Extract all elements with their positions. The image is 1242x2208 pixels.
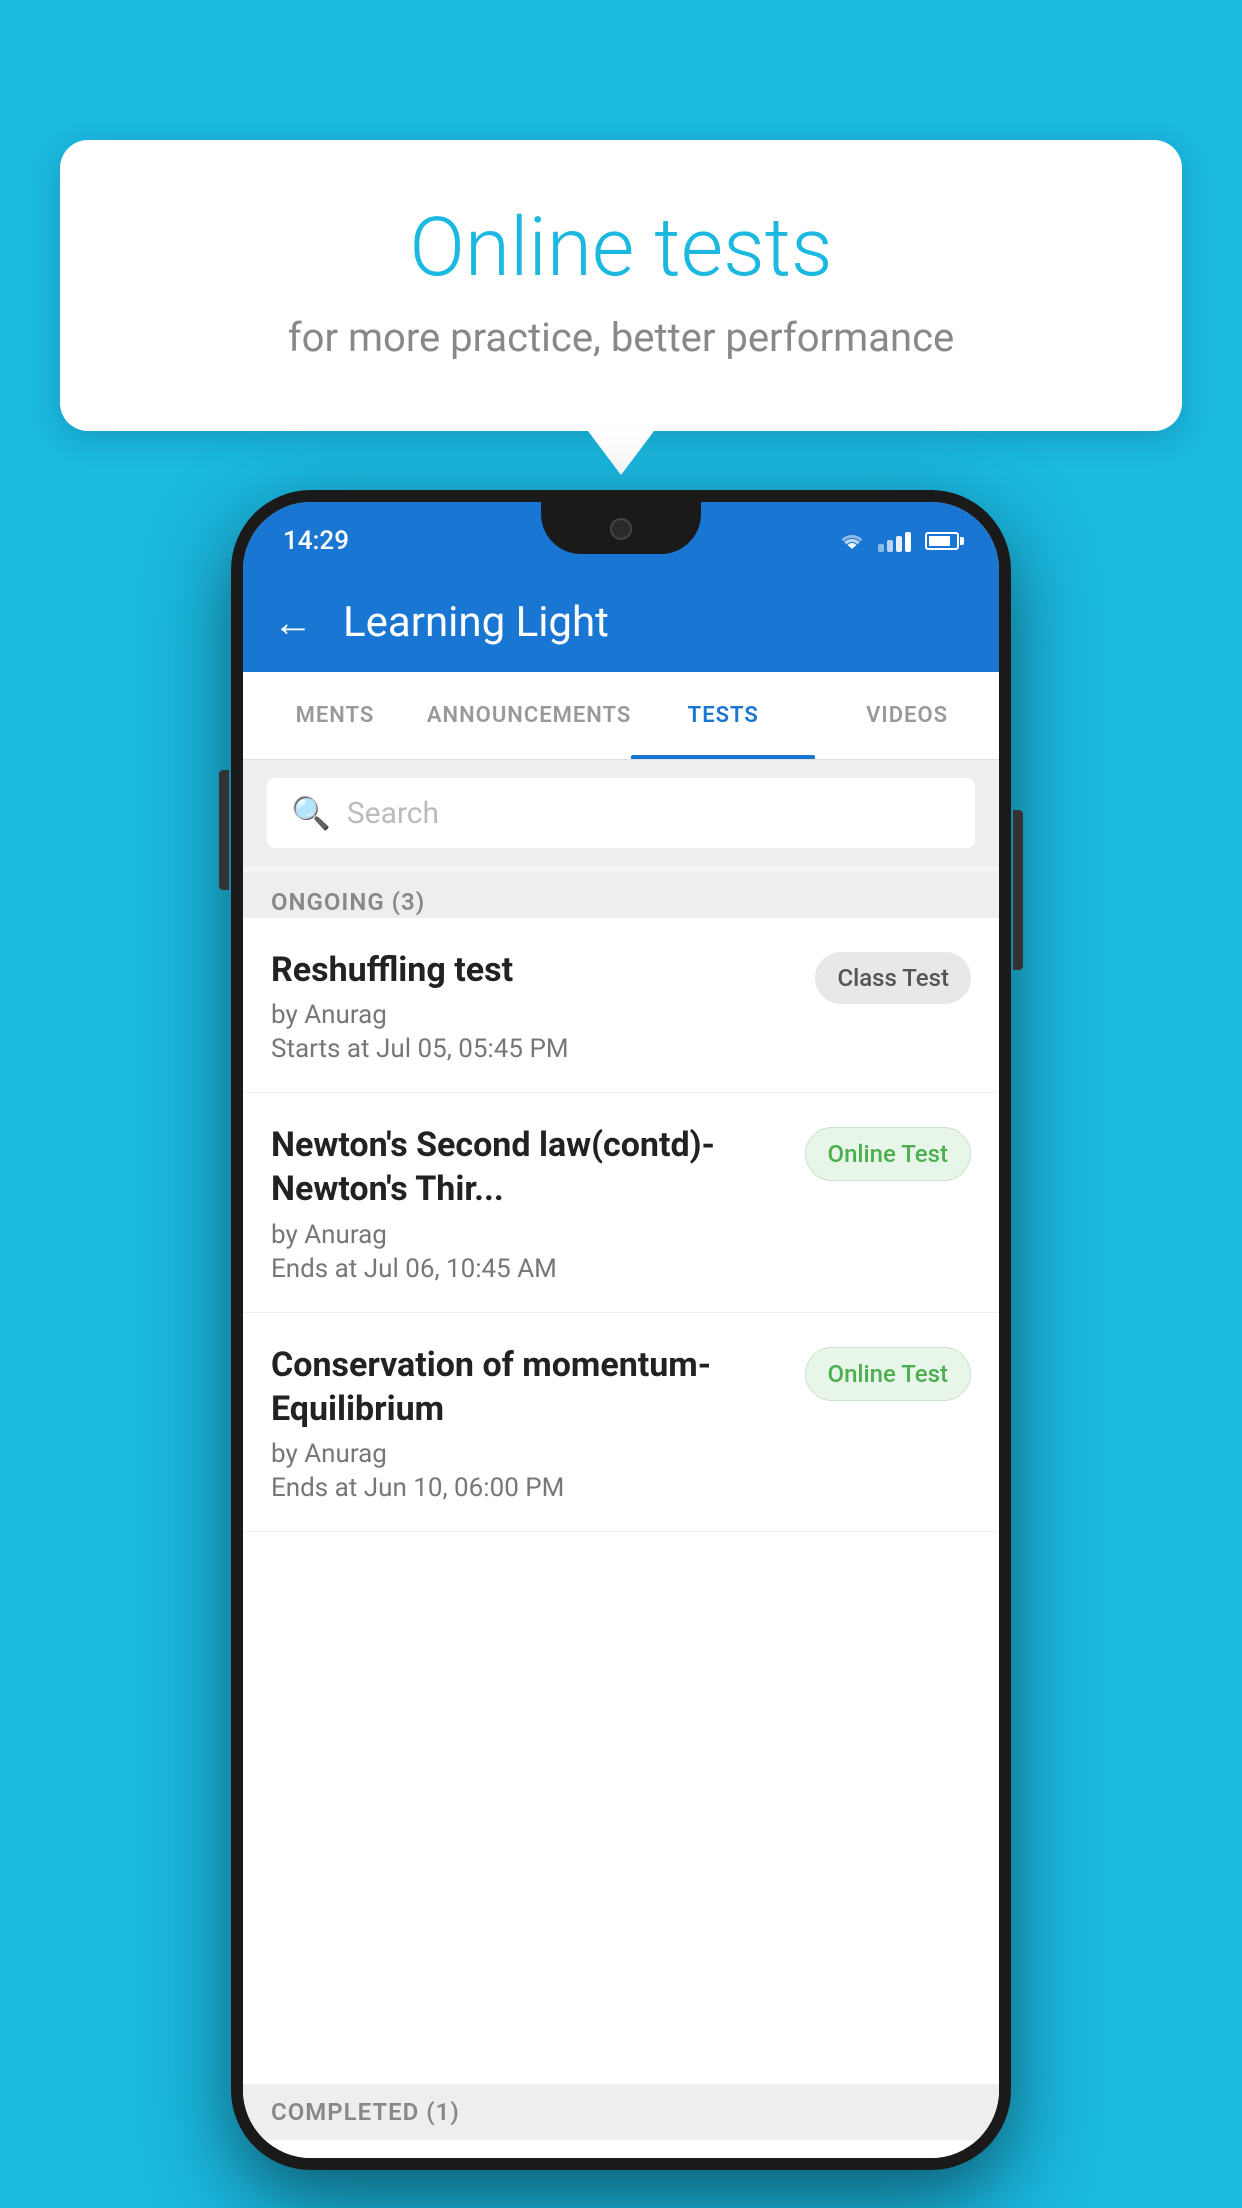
search-input[interactable]: Search [347,796,439,831]
tab-announcements[interactable]: ANNOUNCEMENTS [427,672,631,759]
test-badge-3: Online Test [805,1347,971,1401]
test-name-1: Reshuffling test [271,948,795,992]
tab-tests[interactable]: TESTS [631,672,815,759]
test-time-2: Ends at Jul 06, 10:45 AM [271,1254,785,1284]
test-time-1: Starts at Jul 05, 05:45 PM [271,1034,795,1064]
tab-ments[interactable]: MENTS [243,672,427,759]
phone-body: 14:29 [231,490,1011,2170]
test-info-2: Newton's Second law(contd)-Newton's Thir… [271,1123,805,1283]
test-item[interactable]: Conservation of momentum-Equilibrium by … [243,1313,999,1532]
speech-bubble: Online tests for more practice, better p… [60,140,1182,431]
completed-section-header: COMPLETED (1) [243,2084,999,2140]
signal-icon [878,530,911,552]
phone-screen: 14:29 [243,502,999,2158]
phone-device: 14:29 [231,490,1011,2170]
tests-list: Reshuffling test by Anurag Starts at Jul… [243,918,999,2158]
phone-notch [541,502,701,554]
bubble-title: Online tests [140,200,1102,296]
test-author-2: by Anurag [271,1220,785,1250]
app-bar: ← Learning Light [243,572,999,672]
search-container: 🔍 Search [243,760,999,866]
ongoing-section-title: ONGOING (3) [271,888,425,916]
test-badge-2: Online Test [805,1127,971,1181]
wifi-icon [836,529,868,553]
test-item[interactable]: Reshuffling test by Anurag Starts at Jul… [243,918,999,1093]
test-name-3: Conservation of momentum-Equilibrium [271,1343,785,1431]
camera-dot [610,518,632,540]
battery-icon [925,532,959,550]
test-time-3: Ends at Jun 10, 06:00 PM [271,1473,785,1503]
search-bar[interactable]: 🔍 Search [267,778,975,848]
test-badge-1: Class Test [815,952,971,1004]
bubble-subtitle: for more practice, better performance [140,314,1102,361]
back-button[interactable]: ← [273,599,313,646]
test-author-3: by Anurag [271,1439,785,1469]
status-time: 14:29 [283,518,349,556]
status-icons [836,521,959,553]
tabs-bar: MENTS ANNOUNCEMENTS TESTS VIDEOS [243,672,999,760]
test-info-1: Reshuffling test by Anurag Starts at Jul… [271,948,815,1064]
completed-section-title: COMPLETED (1) [271,2098,460,2126]
test-name-2: Newton's Second law(contd)-Newton's Thir… [271,1123,785,1211]
test-info-3: Conservation of momentum-Equilibrium by … [271,1343,805,1503]
test-item[interactable]: Newton's Second law(contd)-Newton's Thir… [243,1093,999,1312]
app-title: Learning Light [343,598,609,647]
test-author-1: by Anurag [271,1000,795,1030]
tab-videos[interactable]: VIDEOS [815,672,999,759]
search-icon: 🔍 [291,794,331,832]
